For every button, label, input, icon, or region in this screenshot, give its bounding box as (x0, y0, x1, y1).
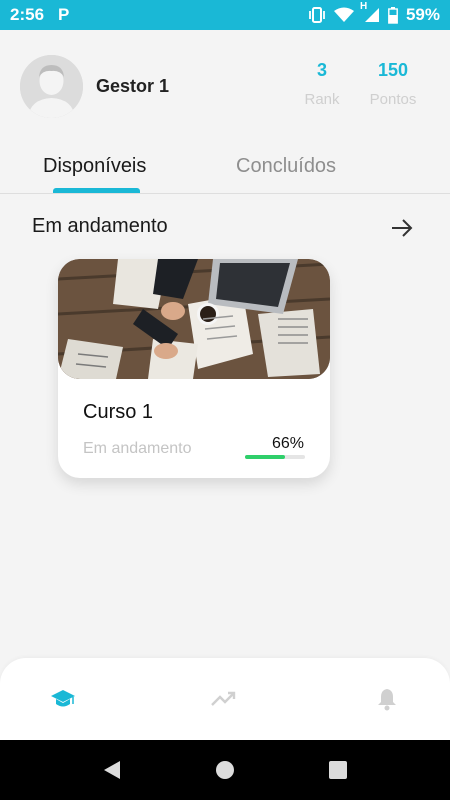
tab-available[interactable]: Disponíveis (43, 155, 146, 178)
see-all-button[interactable] (388, 214, 416, 242)
points-stat: 150 Pontos (362, 60, 424, 108)
home-circle-icon (216, 761, 234, 779)
bottom-navigation (0, 658, 450, 740)
arrow-right-icon (392, 219, 413, 237)
rank-stat: 3 Rank (300, 60, 344, 108)
nav-statistics[interactable] (209, 686, 239, 712)
nav-courses[interactable] (48, 686, 78, 712)
points-value: 150 (377, 60, 409, 80)
course-image (58, 259, 330, 379)
progress-bar-fill (245, 455, 285, 459)
status-bar: 2:56 P H 59% (0, 0, 450, 30)
course-tabs: Disponíveis Concluídos (0, 145, 450, 194)
wifi-icon (333, 7, 354, 22)
rank-value: 3 (316, 60, 327, 80)
parking-app-icon: P (58, 5, 70, 24)
bell-icon (378, 689, 396, 711)
battery-icon (388, 6, 398, 24)
avatar[interactable] (20, 55, 83, 118)
course-card[interactable]: Curso 1 Em andamento 66% (58, 259, 330, 478)
username: Gestor 1 (96, 76, 170, 96)
status-icons: H 59% (308, 1, 440, 25)
user-avatar-icon (20, 55, 83, 118)
recents-square-icon (329, 761, 347, 779)
progress-bar (245, 455, 305, 459)
progress-percent: 66% (271, 435, 304, 452)
cellular-icon: H (360, 1, 380, 23)
points-label: Pontos (369, 91, 417, 108)
course-status: Em andamento (83, 440, 192, 457)
recents-button[interactable] (328, 760, 348, 785)
course-title: Curso 1 (83, 401, 154, 423)
status-time: 2:56 (10, 5, 45, 24)
back-button[interactable] (102, 760, 122, 785)
network-type-label: H (359, 1, 368, 12)
section-title: Em andamento (32, 215, 168, 237)
graduation-cap-icon (51, 690, 75, 707)
tab-completed[interactable]: Concluídos (236, 155, 336, 178)
active-tab-indicator (53, 188, 140, 193)
vibrate-icon (309, 7, 325, 23)
trending-up-icon (211, 691, 236, 706)
home-button[interactable] (215, 760, 235, 785)
nav-notifications[interactable] (372, 686, 402, 712)
rank-label: Rank (304, 91, 340, 108)
back-triangle-icon (104, 761, 120, 779)
profile-header: Gestor 1 3 Rank 150 Pontos (0, 30, 450, 145)
system-navigation-bar (0, 740, 450, 800)
battery-level: 59% (405, 5, 440, 24)
